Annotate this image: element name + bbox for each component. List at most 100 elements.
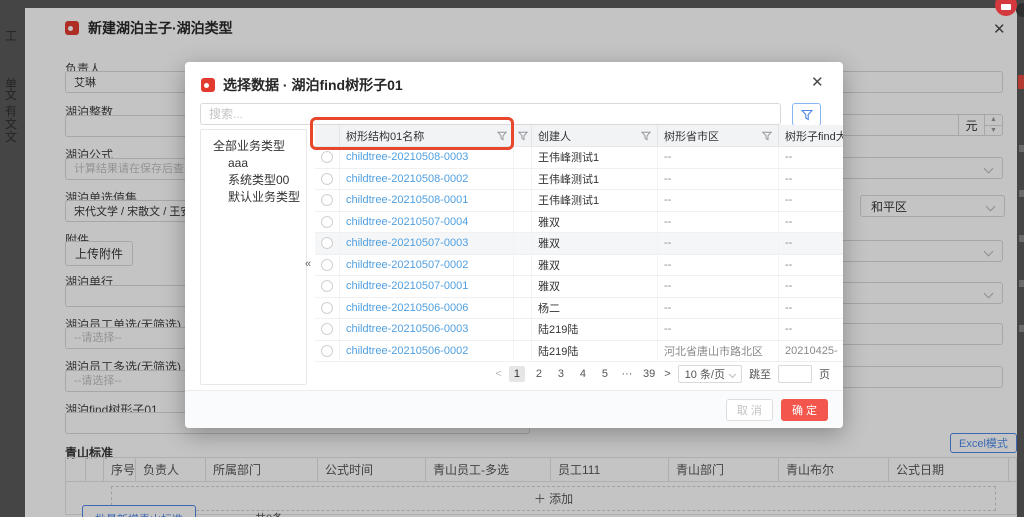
row-radio-cell (315, 233, 340, 254)
records-table: 树形结构01名称 创建人 树形省市区 树形子find大 (315, 125, 843, 362)
record-link[interactable]: childtree-20210508-0002 (346, 173, 468, 185)
record-link[interactable]: childtree-20210507-0003 (346, 237, 468, 249)
radio-column-header (315, 125, 340, 146)
table-row[interactable]: childtree-20210506-0006 杨二 -- -- (315, 298, 843, 320)
page-number-button[interactable]: 4 (575, 366, 591, 382)
funnel-icon[interactable] (497, 131, 507, 141)
province-value: 河北省唐山市路北区 (664, 343, 763, 359)
radio-button[interactable] (321, 345, 333, 357)
find-value: -- (785, 173, 792, 185)
row-find-cell: 20210425- (779, 341, 843, 362)
radio-button[interactable] (321, 194, 333, 206)
radio-button[interactable] (321, 151, 333, 163)
records-table-body: childtree-20210508-0003 王伟峰测试1 -- -- chi… (315, 147, 843, 362)
app-logo-icon (201, 78, 215, 92)
next-page-icon[interactable]: > (664, 368, 670, 380)
prev-page-icon[interactable]: < (496, 368, 502, 380)
confirm-button[interactable]: 确 定 (781, 399, 828, 421)
row-narrow-cell (514, 212, 532, 233)
row-narrow-cell (514, 255, 532, 276)
find-value: -- (785, 194, 792, 206)
record-link[interactable]: childtree-20210507-0002 (346, 259, 468, 271)
funnel-icon[interactable] (518, 131, 528, 141)
page-size-select[interactable]: 10 条/页 (678, 365, 742, 383)
pagination: < 12345···39 > 10 条/页 跳至 页 (185, 363, 830, 385)
modal-footer: 取 消 确 定 (185, 390, 843, 428)
radio-button[interactable] (321, 302, 333, 314)
row-radio-cell (315, 147, 340, 168)
funnel-icon[interactable] (641, 131, 651, 141)
record-link[interactable]: childtree-20210506-0002 (346, 345, 468, 357)
row-radio-cell (315, 212, 340, 233)
row-name-cell: childtree-20210507-0004 (340, 212, 514, 233)
radio-button[interactable] (321, 280, 333, 292)
modal-close-icon[interactable]: ✕ (811, 75, 824, 90)
filter-button[interactable] (792, 103, 821, 126)
record-link[interactable]: childtree-20210508-0003 (346, 151, 468, 163)
modal-title: 选择数据 · 湖泊find树形子01 (223, 75, 403, 95)
row-creator-cell: 雅双 (532, 255, 658, 276)
row-narrow-cell (514, 169, 532, 190)
tree-item[interactable]: 默认业务类型 (201, 189, 306, 206)
name-column-header: 树形结构01名称 (340, 125, 514, 146)
table-row[interactable]: childtree-20210507-0004 雅双 -- -- (315, 212, 843, 234)
row-radio-cell (315, 319, 340, 340)
row-narrow-cell (514, 319, 532, 340)
table-row[interactable]: childtree-20210506-0002 陆219陆 河北省唐山市路北区 … (315, 341, 843, 363)
record-link[interactable]: childtree-20210507-0001 (346, 280, 468, 292)
table-row[interactable]: childtree-20210507-0002 雅双 -- -- (315, 255, 843, 277)
radio-button[interactable] (321, 323, 333, 335)
search-input[interactable] (200, 103, 781, 125)
radio-button[interactable] (321, 259, 333, 271)
row-name-cell: childtree-20210507-0003 (340, 233, 514, 254)
table-row[interactable]: childtree-20210508-0002 王伟峰测试1 -- -- (315, 169, 843, 191)
records-table-header: 树形结构01名称 创建人 树形省市区 树形子find大 (315, 125, 843, 147)
find-value: -- (785, 216, 792, 228)
page-number-button[interactable]: 2 (531, 366, 547, 382)
find-value: -- (785, 151, 792, 163)
row-radio-cell (315, 341, 340, 362)
right-strip-mark (1019, 190, 1024, 197)
row-narrow-cell (514, 276, 532, 297)
find-value: -- (785, 280, 792, 292)
creator-value: 王伟峰测试1 (538, 192, 599, 208)
table-row[interactable]: childtree-20210508-0003 王伟峰测试1 -- -- (315, 147, 843, 169)
radio-button[interactable] (321, 173, 333, 185)
page-number-button[interactable]: 39 (641, 366, 657, 382)
table-row[interactable]: childtree-20210506-0003 陆219陆 -- -- (315, 319, 843, 341)
collapse-panel-icon[interactable]: « (305, 258, 311, 270)
row-find-cell: -- (779, 276, 843, 297)
page-numbers: 12345 ··· 39 (509, 366, 657, 382)
table-row[interactable]: childtree-20210508-0001 王伟峰测试1 -- -- (315, 190, 843, 212)
tree-item[interactable]: 系统类型00 (201, 172, 306, 189)
table-row[interactable]: childtree-20210507-0001 雅双 -- -- (315, 276, 843, 298)
row-province-cell: -- (658, 298, 779, 319)
row-narrow-cell (514, 341, 532, 362)
jump-page-input[interactable] (778, 365, 812, 383)
row-find-cell: -- (779, 319, 843, 340)
creator-value: 雅双 (538, 257, 560, 273)
page-number-button[interactable]: 1 (509, 366, 525, 382)
creator-column-label: 创建人 (538, 128, 571, 144)
radio-button[interactable] (321, 237, 333, 249)
page-number-button[interactable]: 3 (553, 366, 569, 382)
page-number-button[interactable]: 5 (597, 366, 613, 382)
cancel-button[interactable]: 取 消 (726, 399, 773, 421)
row-creator-cell: 王伟峰测试1 (532, 190, 658, 211)
find-value: -- (785, 323, 792, 335)
record-link[interactable]: childtree-20210507-0004 (346, 216, 468, 228)
province-value: -- (664, 302, 671, 314)
page-number-button[interactable]: ··· (619, 366, 635, 382)
record-link[interactable]: childtree-20210506-0003 (346, 323, 468, 335)
creator-value: 雅双 (538, 214, 560, 230)
row-name-cell: childtree-20210508-0002 (340, 169, 514, 190)
radio-button[interactable] (321, 216, 333, 228)
province-column-header: 树形省市区 (658, 125, 779, 146)
tree-item[interactable]: aaa (201, 155, 306, 172)
funnel-icon[interactable] (762, 131, 772, 141)
record-link[interactable]: childtree-20210508-0001 (346, 194, 468, 206)
table-row[interactable]: childtree-20210507-0003 雅双 -- -- (315, 233, 843, 255)
record-link[interactable]: childtree-20210506-0006 (346, 302, 468, 314)
province-value: -- (664, 216, 671, 228)
tree-item[interactable]: 全部业务类型 (201, 138, 306, 155)
